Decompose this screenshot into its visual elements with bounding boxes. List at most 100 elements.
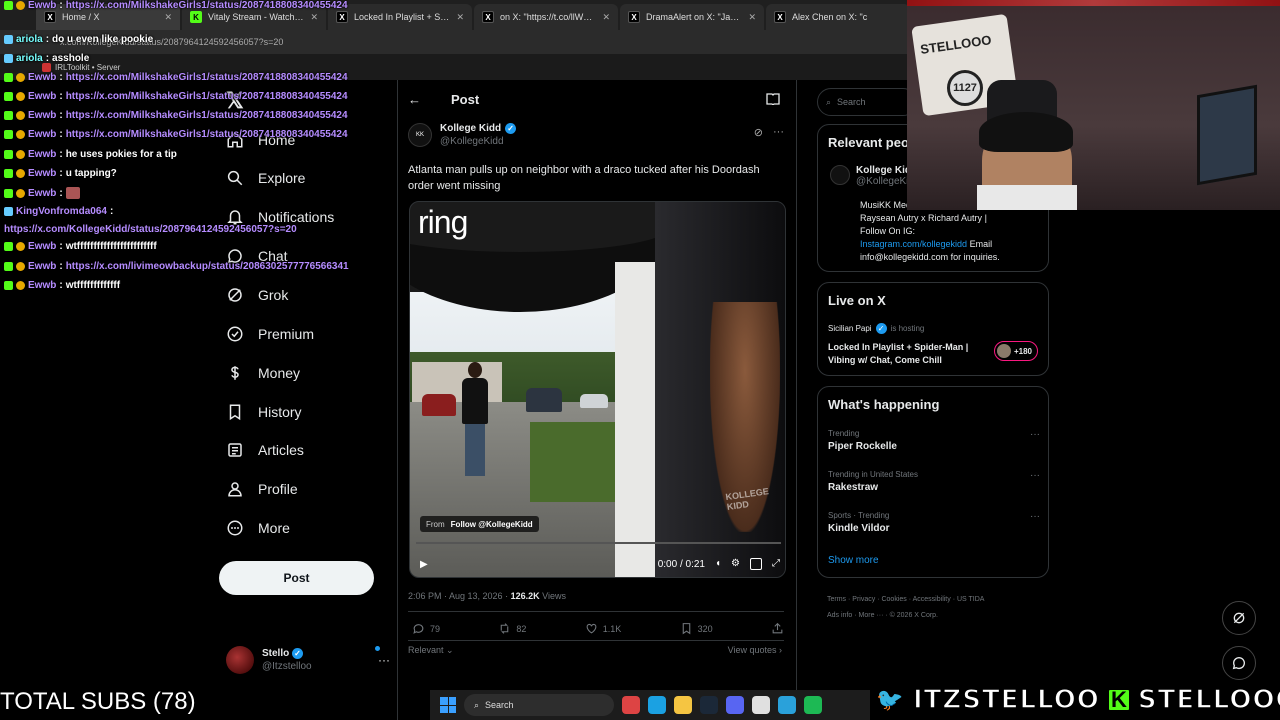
views-count: 126.2K: [510, 591, 540, 601]
reader-icon[interactable]: [766, 93, 780, 105]
live-on-x-card[interactable]: Live on X Sicilian Papi ✓ is hosting Locke…: [817, 282, 1049, 376]
tab-on-x[interactable]: Xon X: "https://t.co/llWKSG4V✕: [474, 4, 618, 30]
tab-dramaalert[interactable]: XDramaAlert on X: "Jack Doherty✕: [620, 4, 764, 30]
spotify-icon[interactable]: [804, 696, 822, 714]
chat-message: Ewwb : https://x.com/livimeowbackup/stat…: [4, 261, 349, 272]
more-dots-icon[interactable]: ···: [773, 126, 784, 139]
sort-dropdown[interactable]: Relevant ⌄: [408, 645, 454, 656]
grok-icon: [1233, 612, 1245, 624]
avatar: KK: [408, 123, 432, 147]
verified-icon: ✓: [292, 648, 304, 659]
folder-icon[interactable]: [674, 696, 692, 714]
pip-icon[interactable]: [750, 558, 762, 570]
whats-happening-card: What's happening Trending Piper Rockelle ·…: [817, 386, 1049, 578]
reply-button[interactable]: 79: [412, 622, 440, 635]
chat-message: Ewwb : u tapping?: [4, 168, 117, 179]
telegram-icon[interactable]: [778, 696, 796, 714]
chat-message: ariola : do u even like pookie: [4, 34, 153, 45]
tab-alex-chen[interactable]: X Alex Chen on X: "c: [766, 4, 910, 30]
footer-links: Terms · Privacy · Cookies · Accessibilit…: [827, 596, 985, 619]
x-icon: X: [628, 11, 640, 23]
post-meta: 2:06 PM · Aug 13, 2026 · 126.2K Views: [408, 591, 566, 601]
edge-icon[interactable]: [648, 696, 666, 714]
page-title: Post: [451, 92, 480, 107]
grok-icon[interactable]: ⊘: [754, 126, 763, 139]
follow-link[interactable]: Follow @KollegeKidd: [451, 520, 533, 529]
stream-chat-overlay: Ewwb : https://x.com/MilkshakeGirls1/sta…: [0, 0, 400, 300]
chrome-icon[interactable]: [752, 696, 770, 714]
avatar: [830, 165, 850, 185]
chat-message: Ewwb : https://x.com/MilkshakeGirls1/sta…: [4, 110, 348, 121]
trend-item[interactable]: Trending Piper Rockelle ···: [828, 429, 1040, 452]
more-dots-icon[interactable]: ···: [378, 653, 390, 667]
fullscreen-icon[interactable]: ⤢: [772, 558, 780, 570]
emote-icon: [65, 187, 80, 199]
chat-message: Ewwb : he uses pokies for a tip: [4, 149, 177, 160]
steam-icon[interactable]: [700, 696, 718, 714]
ring-logo: ring: [418, 204, 468, 240]
view-quotes-link[interactable]: View quotes ›: [728, 645, 782, 655]
author-handle: @KollegeKidd: [440, 136, 504, 147]
listener-count: +180: [993, 341, 1038, 361]
kick-icon: K: [1105, 687, 1132, 713]
bookmark-icon: [226, 403, 244, 421]
trend-item[interactable]: Sports · Trending Kindle Vildor ···: [828, 511, 1040, 534]
repost-button[interactable]: 82: [498, 622, 526, 635]
discord-icon[interactable]: [726, 696, 744, 714]
search-input[interactable]: ⌕ Search: [817, 88, 917, 116]
space-host: Sicilian Papi ✓ is hosting: [828, 323, 925, 334]
windows-start-icon[interactable]: [440, 697, 456, 713]
taskbar-search[interactable]: ⌕ Search: [464, 694, 614, 716]
author-name: Kollege Kidd: [440, 123, 502, 134]
app-icon[interactable]: [622, 696, 640, 714]
avatar: [996, 344, 1011, 358]
card-title: Live on X: [828, 293, 886, 308]
nav-premium[interactable]: Premium: [226, 323, 314, 345]
post-text: Atlanta man pulls up on neighbor with a …: [408, 164, 760, 192]
bookmark-button[interactable]: 320: [680, 622, 713, 635]
share-button[interactable]: [771, 622, 784, 635]
nav-articles[interactable]: Articles: [226, 439, 304, 461]
person-figure: [458, 362, 492, 482]
heart-icon: [586, 623, 597, 634]
chat-message: Ewwb :: [4, 187, 80, 199]
video-attribution[interactable]: From Follow @KollegeKidd: [420, 516, 539, 532]
nav-more[interactable]: More: [226, 517, 290, 539]
messages-fab[interactable]: [1222, 646, 1256, 680]
close-icon[interactable]: ✕: [748, 12, 756, 23]
volume-icon[interactable]: ◖: [715, 558, 721, 570]
post-button[interactable]: Post: [219, 561, 374, 595]
nav-money[interactable]: Money: [226, 362, 300, 384]
avatar: [226, 646, 254, 674]
verified-icon: ✓: [875, 323, 887, 334]
more-dots-icon[interactable]: ···: [1030, 470, 1040, 481]
instagram-link[interactable]: Instagram.com/kollegekidd: [860, 239, 967, 249]
close-icon[interactable]: ✕: [602, 12, 610, 23]
twitter-bird-icon: 🐦: [876, 687, 904, 712]
video-player[interactable]: ring KOLLEGE KIDD From Follow @KollegeKid…: [409, 201, 786, 578]
search-icon: ⌕: [826, 96, 832, 107]
chat-message: Ewwb : https://x.com/MilkshakeGirls1/sta…: [4, 0, 348, 11]
x-icon: X: [774, 11, 786, 23]
grok-fab[interactable]: [1222, 601, 1256, 635]
post-author[interactable]: KK Kollege Kidd ✓ @KollegeKidd: [408, 123, 517, 147]
video-progress-bar[interactable]: [416, 542, 781, 544]
play-icon[interactable]: ▶: [420, 559, 428, 570]
search-icon: ⌕: [474, 699, 480, 710]
close-icon[interactable]: ✕: [456, 12, 464, 23]
chat-message: Ewwb : https://x.com/MilkshakeGirls1/sta…: [4, 72, 348, 83]
show-more-link[interactable]: Show more: [828, 555, 879, 566]
more-dots-icon[interactable]: ···: [1030, 429, 1040, 440]
settings-icon[interactable]: ⚙: [731, 558, 740, 570]
twitter-handle: ITZSTELLOO: [912, 684, 1100, 716]
like-button[interactable]: 1.1K: [585, 622, 621, 635]
verified-icon: ✓: [505, 123, 517, 134]
space-title: Locked In Playlist + Spider-Man | Vibing…: [828, 342, 969, 365]
nav-history[interactable]: History: [226, 401, 302, 423]
nav-profile[interactable]: Profile: [226, 478, 298, 500]
trend-item[interactable]: Trending in United States Rakestraw ···: [828, 470, 1040, 493]
back-arrow-icon[interactable]: ←: [408, 92, 421, 107]
more-dots-icon[interactable]: ···: [1030, 511, 1040, 522]
account-switcher[interactable]: Stello ✓ @Itzstelloo ···: [226, 644, 390, 676]
social-handles-banner: 🐦 ITZSTELLOO K STELLOOO: [873, 680, 1280, 720]
